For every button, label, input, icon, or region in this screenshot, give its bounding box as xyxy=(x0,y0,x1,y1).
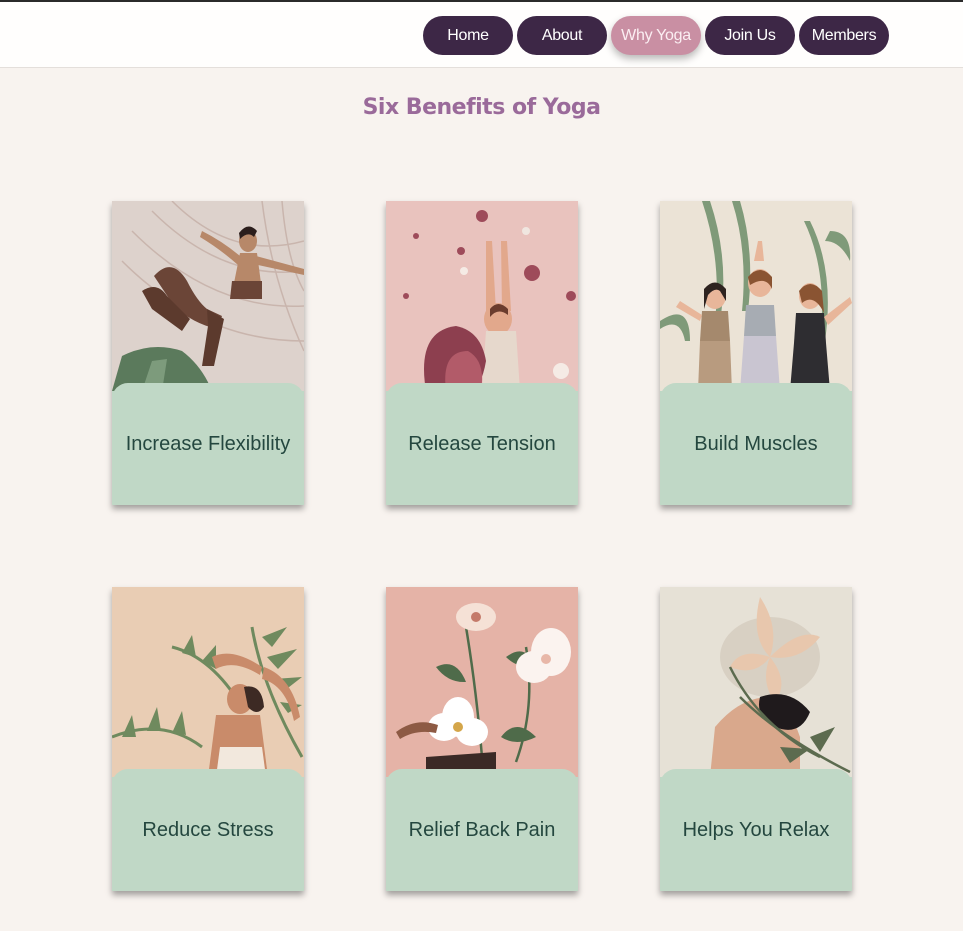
card-label: Build Muscles xyxy=(694,432,818,455)
nav-join-us-button[interactable]: Join Us xyxy=(705,16,795,55)
card-label-area: Relief Back Pain xyxy=(386,769,578,891)
nav-home-button[interactable]: Home xyxy=(423,16,513,55)
card-label-area: Build Muscles xyxy=(660,383,852,505)
benefit-card-muscles: Build Muscles xyxy=(660,201,852,505)
card-label: Helps You Relax xyxy=(682,818,830,841)
card-label: Release Tension xyxy=(408,432,556,455)
nav-members-button[interactable]: Members xyxy=(799,16,889,55)
benefit-card-relax: Helps You Relax xyxy=(660,587,852,891)
woman-lying-flowers-illustration xyxy=(386,587,578,777)
benefit-card-back-pain: Relief Back Pain xyxy=(386,587,578,891)
top-navbar: Home About Why Yoga Join Us Members xyxy=(0,2,963,68)
benefit-card-flexibility: Increase Flexibility xyxy=(112,201,304,505)
card-label: Reduce Stress xyxy=(142,818,274,841)
card-label: Relief Back Pain xyxy=(408,818,556,841)
page-title: Six Benefits of Yoga xyxy=(362,95,601,120)
benefit-card-tension: Release Tension xyxy=(386,201,578,505)
woman-arms-raised-flowers-illustration xyxy=(386,201,578,391)
card-label-area: Reduce Stress xyxy=(112,769,304,891)
woman-with-lily-flower-illustration xyxy=(660,587,852,777)
card-label: Increase Flexibility xyxy=(125,432,291,455)
three-women-exercising-illustration xyxy=(660,201,852,391)
nav-about-button[interactable]: About xyxy=(517,16,607,55)
woman-stretching-palm-leaves-illustration xyxy=(112,587,304,777)
card-label-area: Release Tension xyxy=(386,383,578,505)
card-label-area: Increase Flexibility xyxy=(112,383,304,505)
yoga-dancer-pose-illustration xyxy=(112,201,304,391)
nav-why-yoga-button[interactable]: Why Yoga xyxy=(611,16,701,55)
card-label-area: Helps You Relax xyxy=(660,769,852,891)
benefit-card-stress: Reduce Stress xyxy=(112,587,304,891)
